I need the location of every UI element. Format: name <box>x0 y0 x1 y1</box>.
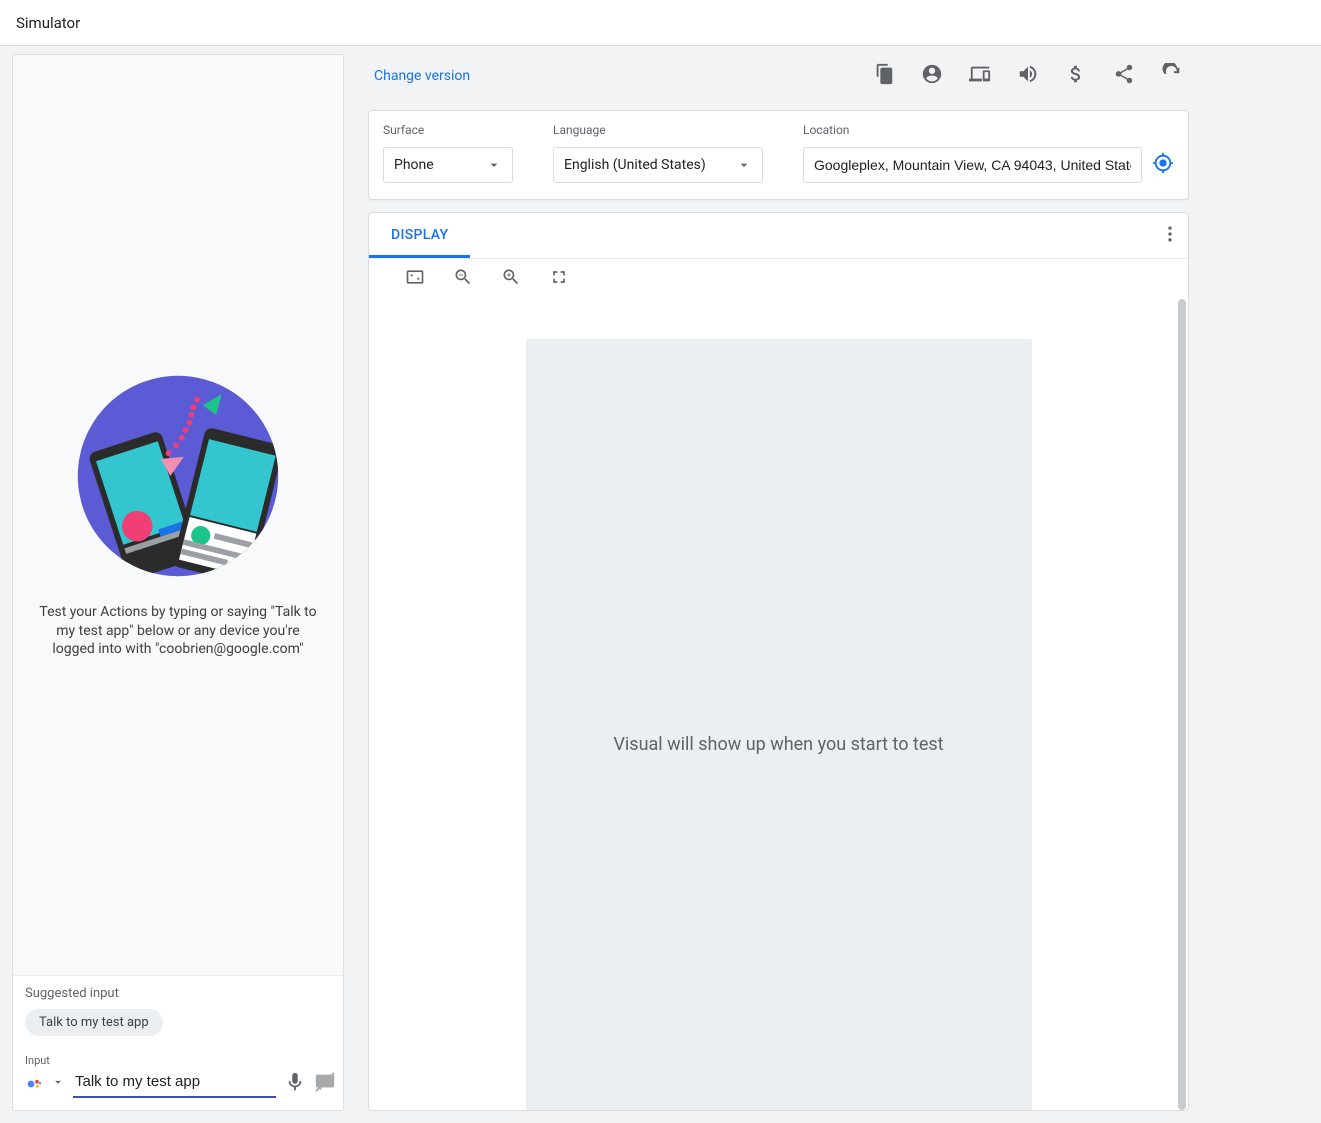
gps-icon[interactable] <box>1152 152 1174 178</box>
surface-value: Phone <box>394 157 434 173</box>
suggested-input-block: Suggested input Talk to my test app <box>13 975 343 1054</box>
language-label: Language <box>553 123 763 137</box>
devices-icon[interactable] <box>969 63 991 89</box>
preview-area[interactable]: Visual will show up when you start to te… <box>369 299 1188 1110</box>
change-version-link[interactable]: Change version <box>374 68 470 84</box>
location-label: Location <box>803 123 1174 137</box>
microphone-icon[interactable] <box>284 1071 306 1097</box>
input-label: Input <box>25 1054 331 1067</box>
suggested-chip[interactable]: Talk to my test app <box>25 1009 163 1036</box>
chevron-down-icon <box>486 157 502 173</box>
language-value: English (United States) <box>564 157 706 173</box>
page-title: Simulator <box>16 14 80 32</box>
volume-icon[interactable] <box>1017 63 1039 89</box>
chevron-down-icon[interactable] <box>51 1075 65 1093</box>
copy-icon[interactable] <box>873 63 895 89</box>
location-input[interactable] <box>803 147 1142 183</box>
input-block: Input <box>13 1054 343 1110</box>
display-card: DISPLAY Visual will show up when you sta… <box>368 212 1189 1111</box>
zoom-in-icon[interactable] <box>501 267 521 291</box>
user-icon[interactable] <box>921 63 943 89</box>
scrollbar[interactable] <box>1178 299 1186 1110</box>
surface-label: Surface <box>383 123 513 137</box>
assistant-icon[interactable] <box>25 1075 43 1093</box>
language-select[interactable]: English (United States) <box>553 147 763 183</box>
voice-disabled-icon[interactable] <box>314 1071 336 1097</box>
input-field[interactable] <box>73 1069 276 1098</box>
share-icon[interactable] <box>1113 63 1135 89</box>
page-title-row: Simulator <box>0 0 1321 45</box>
hero-illustration <box>73 371 283 581</box>
placeholder-text: Visual will show up when you start to te… <box>613 734 943 755</box>
fit-icon[interactable] <box>405 267 425 291</box>
device-placeholder: Visual will show up when you start to te… <box>526 339 1032 1110</box>
conversation-panel: Test your Actions by typing or saying "T… <box>12 54 344 1111</box>
more-icon[interactable] <box>1160 224 1180 248</box>
zoom-out-icon[interactable] <box>453 267 473 291</box>
dollar-icon[interactable] <box>1065 63 1087 89</box>
chevron-down-icon <box>736 157 752 173</box>
suggested-input-label: Suggested input <box>25 986 331 1001</box>
tab-display[interactable]: DISPLAY <box>369 213 470 258</box>
fullscreen-icon[interactable] <box>549 267 569 291</box>
settings-card: Surface Phone Language English (United S… <box>368 110 1189 200</box>
hero-caption: Test your Actions by typing or saying "T… <box>35 603 321 660</box>
surface-select[interactable]: Phone <box>383 147 513 183</box>
refresh-icon[interactable] <box>1161 63 1183 89</box>
